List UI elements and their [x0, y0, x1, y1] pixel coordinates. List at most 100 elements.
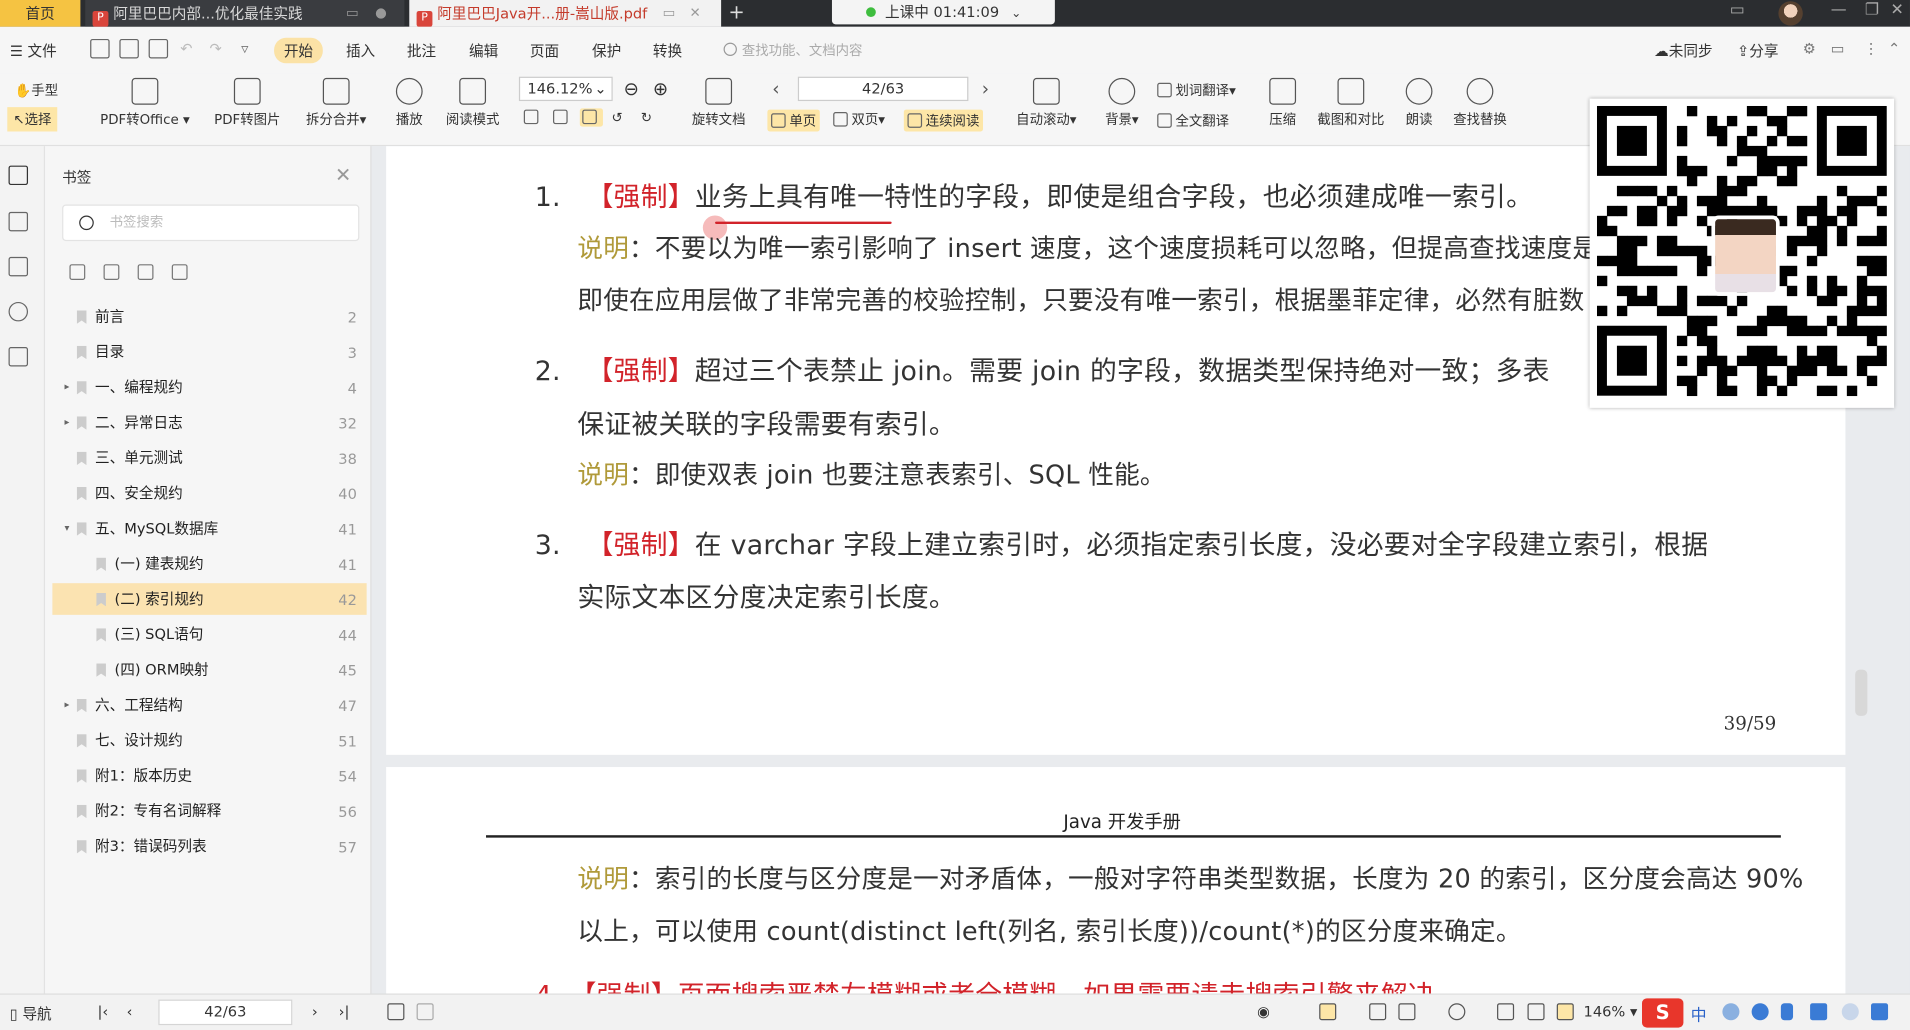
compress-button[interactable]: 压缩 — [1262, 77, 1303, 129]
bookmark-item[interactable]: ▾ 五、MySQL数据库 41 — [52, 513, 366, 545]
find-replace-button[interactable]: 查找替换 — [1447, 77, 1513, 129]
fit-page-icon[interactable] — [1527, 1003, 1545, 1021]
monitor-icon[interactable]: ▭ — [663, 0, 676, 27]
pdf-to-image-button[interactable]: PDF转图片 — [207, 77, 287, 129]
zoom-select[interactable]: 146.12% ⌄ — [518, 76, 613, 102]
minimize-icon[interactable]: — — [1831, 1, 1847, 19]
status-zoom[interactable]: 146% ▾ — [1584, 1003, 1638, 1020]
play-button[interactable]: 播放 — [387, 77, 431, 129]
expand-arrow-icon[interactable]: ▸ — [65, 689, 70, 721]
user-avatar[interactable] — [1778, 1, 1803, 26]
expand-all-icon[interactable] — [69, 264, 86, 281]
first-page-icon[interactable]: |‹ — [97, 1003, 108, 1020]
settings-gear-icon[interactable]: ⚙ — [1803, 40, 1816, 57]
expand-arrow-icon[interactable]: ▸ — [65, 371, 70, 403]
fit-width-icon[interactable] — [579, 108, 603, 127]
ime-language[interactable]: 中 — [1691, 1002, 1707, 1025]
eye-icon[interactable]: ◉ — [1257, 1003, 1270, 1020]
continuous-view-icon[interactable] — [1319, 1003, 1337, 1021]
menu-protect[interactable]: 保护 — [592, 40, 621, 61]
bookmark-item[interactable]: 附3：错误码列表 57 — [52, 830, 366, 862]
scrollbar-thumb[interactable] — [1855, 669, 1868, 716]
pdf-to-office-button[interactable]: PDF转Office ▾ — [97, 77, 192, 129]
rotate-left-icon[interactable]: ↺ — [611, 110, 622, 126]
collapse-ribbon-icon[interactable]: ⌃ — [1888, 40, 1900, 57]
screenshot-compare-button[interactable]: 截图和对比 — [1311, 77, 1391, 129]
tab-document-1[interactable]: P 阿里巴巴内部...优化最佳实践 ▭ ● — [85, 0, 405, 27]
navigation-toggle[interactable]: ▯ 导航 — [10, 1003, 52, 1024]
restore-icon[interactable]: ❐ — [1865, 1, 1879, 19]
forward-view-icon[interactable] — [416, 1003, 434, 1021]
menu-convert[interactable]: 转换 — [653, 40, 682, 61]
bookmark-item[interactable]: (四) ORM映射 45 — [52, 654, 366, 686]
actual-size-icon[interactable] — [1497, 1003, 1515, 1021]
sync-status[interactable]: ☁未同步 — [1654, 40, 1712, 61]
read-mode-button[interactable]: 阅读模式 — [439, 77, 507, 129]
single-page-button[interactable]: 单页 — [767, 109, 820, 132]
fit-page-icon[interactable] — [553, 109, 571, 126]
fit-width-icon[interactable] — [1556, 1003, 1574, 1021]
more-options-icon[interactable]: ⋮ — [1864, 40, 1879, 57]
bookmark-item[interactable]: 附1：版本历史 54 — [52, 760, 366, 792]
zoom-out-icon[interactable]: ⊖ — [624, 78, 639, 100]
bookmark-item[interactable]: (三) SQL语句 44 — [52, 618, 366, 650]
double-page-view-icon[interactable] — [1398, 1003, 1416, 1021]
emoji-icon[interactable] — [1751, 1003, 1769, 1021]
bookmark-item[interactable]: 附2：专有名词解释 56 — [52, 795, 366, 827]
bookmark-item[interactable]: ▸ 一、编程规约 4 — [52, 371, 366, 403]
menu-page[interactable]: 页面 — [530, 40, 559, 61]
bookmark-search-input[interactable]: 书签搜索 — [62, 204, 360, 242]
quick-access-dropdown-icon[interactable]: ▿ — [241, 40, 248, 57]
share-button[interactable]: ⇪分享 — [1737, 40, 1779, 61]
skin-icon[interactable] — [1871, 1003, 1889, 1021]
rotate-right-icon[interactable]: ↻ — [641, 110, 652, 126]
tab-document-2[interactable]: P 阿里巴巴Java开...册-嵩山版.pdf ▭ ✕ — [409, 0, 722, 27]
punctuation-icon[interactable] — [1722, 1003, 1740, 1021]
close-tab-icon[interactable]: ✕ — [689, 0, 700, 27]
bookmark-item[interactable]: 前言 2 — [52, 301, 366, 333]
new-tab-icon[interactable]: + — [728, 0, 744, 24]
comment-panel-icon[interactable] — [8, 256, 29, 277]
read-aloud-button[interactable]: 朗读 — [1398, 77, 1439, 129]
menu-annotate[interactable]: 批注 — [407, 40, 436, 61]
actual-size-icon[interactable] — [523, 109, 542, 126]
zoom-in-icon[interactable]: ⊕ — [653, 78, 668, 100]
file-menu[interactable]: ☰ 文件 — [10, 40, 57, 61]
last-page-icon[interactable]: ›| — [339, 1003, 350, 1020]
print-icon[interactable] — [148, 38, 169, 59]
tab-home[interactable]: 首页 — [0, 0, 81, 27]
page-number-input[interactable]: 42/63 — [797, 76, 969, 102]
comment-icon[interactable]: ▭ — [1831, 40, 1845, 57]
class-status-indicator[interactable]: 上课中 01:41:09 ⌄ — [831, 0, 1055, 25]
single-page-view-icon[interactable] — [1369, 1003, 1387, 1021]
microphone-icon[interactable] — [1780, 1003, 1794, 1021]
double-page-button[interactable]: 双页▾ — [833, 110, 885, 129]
redo-icon[interactable]: ↷ — [210, 40, 222, 57]
bookmark-panel-icon[interactable] — [8, 165, 29, 186]
feature-search[interactable]: 查找功能、文档内容 — [723, 40, 862, 59]
attachment-icon[interactable] — [8, 301, 29, 322]
bookmark-item[interactable]: ▸ 二、异常日志 32 — [52, 407, 366, 439]
prev-page-icon[interactable]: ‹ — [772, 78, 779, 100]
status-page-input[interactable]: 42/63 — [158, 999, 293, 1026]
add-bookmark-icon[interactable] — [137, 264, 154, 281]
ime-logo-icon[interactable]: S — [1641, 998, 1684, 1028]
next-page-icon[interactable]: › — [312, 1003, 318, 1020]
back-view-icon[interactable] — [387, 1003, 405, 1021]
bookmark-item[interactable]: 四、安全规约 40 — [52, 477, 366, 509]
hand-tool[interactable]: ✋手型 — [15, 80, 58, 99]
keyboard-icon[interactable] — [1810, 1003, 1828, 1021]
play-icon[interactable] — [1448, 1003, 1466, 1021]
thumbnail-panel-icon[interactable] — [8, 211, 29, 232]
bookmark-item[interactable]: ▸ 六、工程结构 47 — [52, 689, 366, 721]
rotate-document-button[interactable]: 旋转文档 — [685, 77, 753, 129]
bookmark-item[interactable]: 七、设计规约 51 — [52, 724, 366, 756]
window-mode-icon[interactable]: ▭ — [1730, 1, 1745, 19]
menu-edit[interactable]: 编辑 — [469, 40, 498, 61]
background-button[interactable]: 背景▾ — [1099, 77, 1145, 129]
undo-icon[interactable]: ↶ — [180, 40, 192, 57]
full-translate-button[interactable]: 全文翻译 — [1157, 111, 1229, 130]
menu-start[interactable]: 开始 — [274, 37, 323, 64]
bookmark-item[interactable]: 三、单元测试 38 — [52, 442, 366, 474]
bookmark-item[interactable]: 目录 3 — [52, 336, 366, 368]
